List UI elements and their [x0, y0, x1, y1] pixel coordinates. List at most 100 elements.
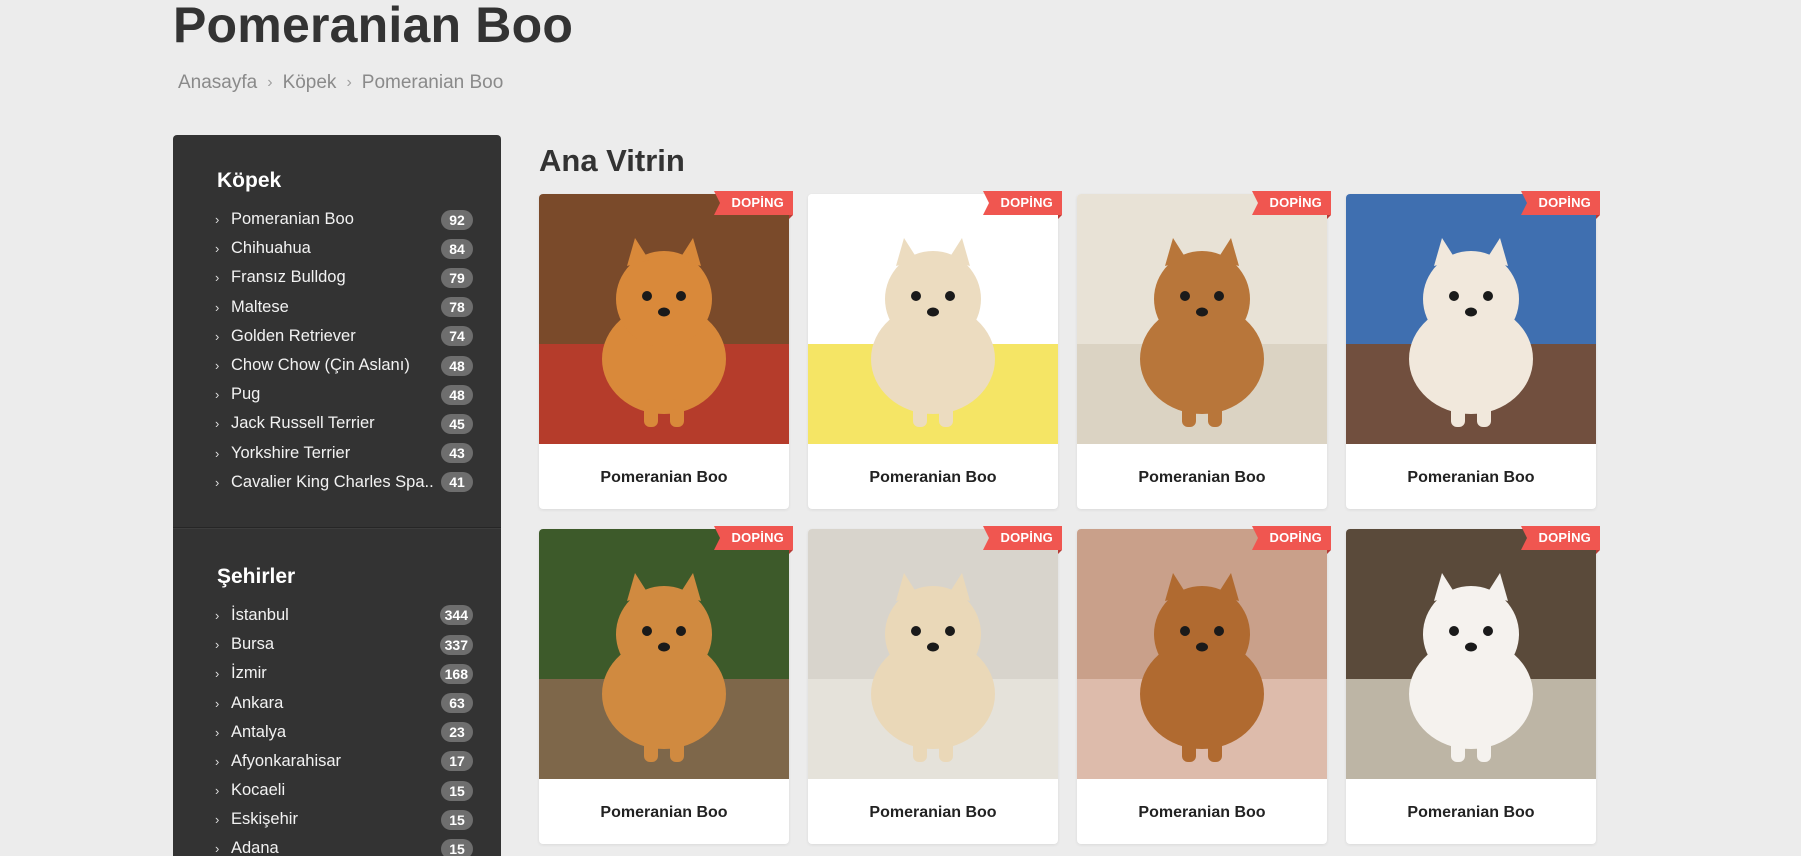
category-item-label: Pomeranian Boo [231, 210, 354, 229]
chevron-right-icon: › [215, 812, 220, 828]
breadcrumb-current: Pomeranian Boo [361, 72, 504, 93]
count-badge: 92 [441, 209, 473, 230]
listing-card[interactable]: Pomeranian Boo DOPİNG [1077, 526, 1332, 844]
chevron-right-icon: › [215, 358, 220, 374]
chevron-right-icon: › [215, 753, 220, 769]
listing-photo[interactable] [539, 529, 789, 779]
category-item[interactable]: › Jack Russell Terrier 45 [215, 409, 473, 438]
category-item-label: Pug [231, 385, 261, 404]
city-item-label: Bursa [231, 635, 275, 654]
category-item-label: Chow Chow (Çin Aslanı) [231, 356, 410, 375]
listing-title[interactable]: Pomeranian Boo [808, 779, 1058, 844]
count-badge: 15 [441, 838, 473, 856]
listing-card[interactable]: Pomeranian Boo DOPİNG [539, 191, 794, 509]
doping-ribbon: DOPİNG [1251, 191, 1332, 219]
count-badge: 23 [441, 722, 473, 743]
doping-ribbon: DOPİNG [982, 526, 1063, 554]
category-item[interactable]: › Pug 48 [215, 380, 473, 409]
city-item[interactable]: › Ankara 63 [215, 688, 473, 717]
listing-photo[interactable] [808, 194, 1058, 444]
count-badge: 337 [439, 634, 473, 655]
listing-title[interactable]: Pomeranian Boo [539, 444, 789, 509]
chevron-right-icon: › [215, 695, 220, 711]
listing-photo[interactable] [1346, 194, 1596, 444]
sidebar-categories: Köpek › Pomeranian Boo 92 › Chihuahua 84 › Fran… [173, 135, 501, 497]
page-title: Pomeranian Boo [173, 0, 574, 53]
listing-title[interactable]: Pomeranian Boo [808, 444, 1058, 509]
listing-title[interactable]: Pomeranian Boo [539, 779, 789, 844]
listing-card[interactable]: Pomeranian Boo DOPİNG [1346, 526, 1601, 844]
listing-title[interactable]: Pomeranian Boo [1077, 444, 1327, 509]
sidebar-cities: Şehirler › İstanbul 344 › Bursa 337 › İzmir 168 ›… [173, 529, 501, 856]
category-item-label: Cavalier King Charles Spa.. [231, 472, 434, 491]
city-item[interactable]: › İstanbul 344 [215, 601, 473, 630]
doping-ribbon: DOPİNG [713, 526, 794, 554]
city-item[interactable]: › İzmir 168 [215, 659, 473, 688]
city-item[interactable]: › Eskişehir 15 [215, 805, 473, 834]
sidebar: Köpek › Pomeranian Boo 92 › Chihuahua 84 › Fran… [173, 135, 501, 856]
listing-card[interactable]: Pomeranian Boo DOPİNG [808, 191, 1063, 509]
category-item[interactable]: › Golden Retriever 74 [215, 322, 473, 351]
listing-photo[interactable] [1077, 194, 1327, 444]
category-item-label: Maltese [231, 297, 289, 316]
listing-photo[interactable] [808, 529, 1058, 779]
count-badge: 41 [441, 472, 473, 493]
chevron-right-icon: › [215, 474, 220, 490]
breadcrumb-home-link[interactable]: Anasayfa [178, 72, 257, 94]
category-item[interactable]: › Fransız Bulldog 79 [215, 263, 473, 292]
category-item[interactable]: › Maltese 78 [215, 293, 473, 322]
listing-photo[interactable] [1077, 529, 1327, 779]
listing-card[interactable]: Pomeranian Boo DOPİNG [1077, 191, 1332, 509]
city-item-label: İzmir [231, 664, 267, 683]
chevron-right-icon: › [215, 666, 220, 682]
category-item-label: Jack Russell Terrier [231, 414, 375, 433]
listing-card[interactable]: Pomeranian Boo DOPİNG [539, 526, 794, 844]
city-item[interactable]: › Antalya 23 [215, 718, 473, 747]
doping-ribbon: DOPİNG [1520, 191, 1601, 219]
chevron-right-icon: › [215, 783, 220, 799]
count-badge: 17 [441, 751, 473, 772]
count-badge: 15 [441, 809, 473, 830]
chevron-right-icon: › [215, 416, 220, 432]
listing-card[interactable]: Pomeranian Boo DOPİNG [1346, 191, 1601, 509]
listing-photo[interactable] [1346, 529, 1596, 779]
sidebar-cities-title: Şehirler [217, 564, 296, 588]
doping-ribbon: DOPİNG [713, 191, 794, 219]
count-badge: 74 [441, 326, 473, 347]
city-item[interactable]: › Kocaeli 15 [215, 776, 473, 805]
chevron-right-icon: › [215, 299, 220, 315]
city-item-label: Ankara [231, 693, 284, 712]
city-item[interactable]: › Afyonkarahisar 17 [215, 747, 473, 776]
chevron-right-icon: › [215, 241, 220, 257]
category-item-label: Fransız Bulldog [231, 268, 346, 287]
chevron-right-icon: › [215, 445, 220, 461]
breadcrumb: Anasayfa › Köpek › Pomeranian Boo [178, 72, 503, 94]
listing-title[interactable]: Pomeranian Boo [1077, 779, 1327, 844]
city-item[interactable]: › Bursa 337 [215, 630, 473, 659]
chevron-right-icon: › [267, 74, 273, 91]
showcase-heading: Ana Vitrin [539, 143, 685, 178]
chevron-right-icon: › [215, 724, 220, 740]
category-list: › Pomeranian Boo 92 › Chihuahua 84 › Fransız Bu… [215, 205, 501, 497]
doping-ribbon: DOPİNG [982, 191, 1063, 219]
city-item[interactable]: › Adana 15 [215, 834, 473, 856]
listing-title[interactable]: Pomeranian Boo [1346, 779, 1596, 844]
chevron-right-icon: › [215, 328, 220, 344]
doping-ribbon: DOPİNG [1251, 526, 1332, 554]
listing-card[interactable]: Pomeranian Boo DOPİNG [808, 526, 1063, 844]
listing-title[interactable]: Pomeranian Boo [1346, 444, 1596, 509]
city-list: › İstanbul 344 › Bursa 337 › İzmir 168 › Ankara 63 ›… [215, 601, 501, 856]
category-item[interactable]: › Chow Chow (Çin Aslanı) 48 [215, 351, 473, 380]
breadcrumb-category-link[interactable]: Köpek [283, 72, 337, 94]
showcase-grid: Pomeranian Boo DOPİNG Pomeranian Boo DOPİNG… [539, 191, 1601, 844]
category-item[interactable]: › Pomeranian Boo 92 [215, 205, 473, 234]
count-badge: 15 [441, 780, 473, 801]
count-badge: 344 [439, 605, 473, 626]
city-item-label: Eskişehir [231, 810, 298, 829]
chevron-right-icon: › [215, 607, 220, 623]
category-item[interactable]: › Cavalier King Charles Spa.. 41 [215, 468, 473, 497]
category-item[interactable]: › Yorkshire Terrier 43 [215, 439, 473, 468]
category-item[interactable]: › Chihuahua 84 [215, 234, 473, 263]
listing-photo[interactable] [539, 194, 789, 444]
count-badge: 43 [441, 443, 473, 464]
